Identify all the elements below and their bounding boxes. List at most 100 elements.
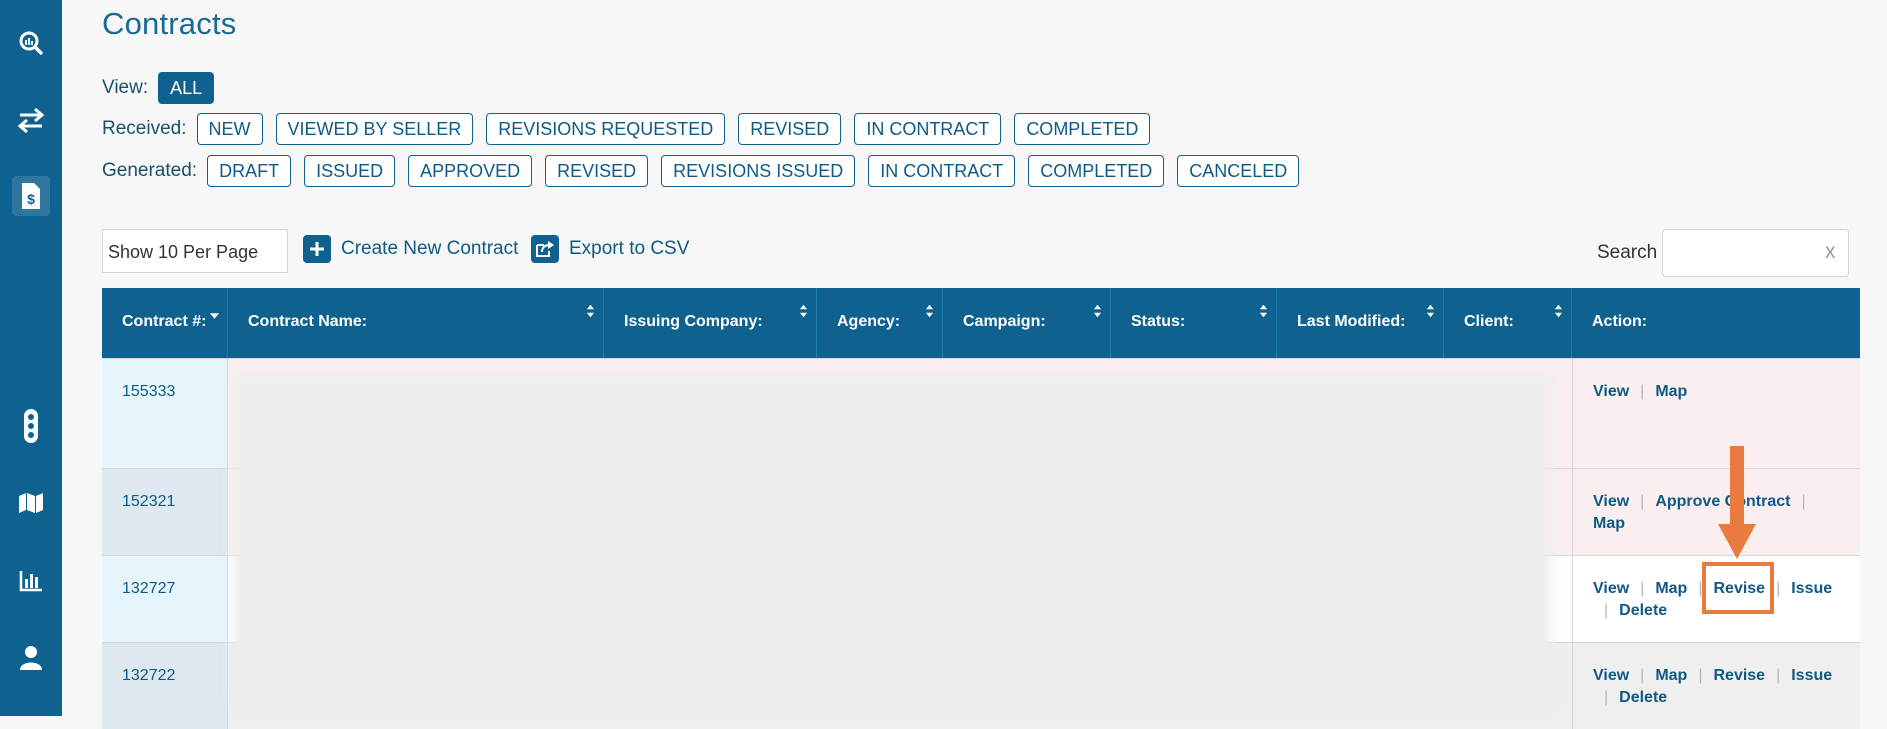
- separator: |: [1640, 580, 1645, 597]
- chip-generated-draft[interactable]: DRAFT: [207, 155, 292, 187]
- plus-icon: [303, 235, 331, 263]
- map-link[interactable]: Map: [1655, 383, 1687, 400]
- chip-generated-revised[interactable]: REVISED: [545, 155, 649, 187]
- export-csv-label: Export to CSV: [569, 238, 690, 259]
- filter-label-received: Received:: [102, 118, 187, 139]
- search-label: Search: [1597, 242, 1658, 263]
- chip-received-in-contract[interactable]: IN CONTRACT: [854, 113, 1002, 145]
- create-contract-label: Create New Contract: [341, 238, 519, 259]
- map-link[interactable]: Map: [1593, 515, 1625, 532]
- view-link[interactable]: View: [1593, 383, 1629, 400]
- view-link[interactable]: View: [1593, 667, 1629, 684]
- column-header-last-modified[interactable]: Last Modified:: [1277, 288, 1444, 358]
- revise-link[interactable]: Revise: [1713, 667, 1765, 684]
- nav-search-analytics[interactable]: [6, 19, 56, 67]
- chip-generated-in-contract[interactable]: IN CONTRACT: [868, 155, 1016, 187]
- nav-traffic[interactable]: [6, 402, 56, 450]
- filter-label-generated: Generated:: [102, 160, 198, 181]
- revise-highlight-box: [1702, 562, 1774, 614]
- view-link[interactable]: View: [1593, 493, 1629, 510]
- contract-id-cell[interactable]: 155333: [102, 359, 228, 468]
- export-icon: [531, 235, 559, 263]
- chip-generated-revisions-issued[interactable]: REVISIONS ISSUED: [661, 155, 856, 187]
- separator: |: [1604, 602, 1609, 619]
- map-icon: [19, 493, 43, 513]
- action-cell: View | Map | Revise | Issue | Delete: [1572, 643, 1860, 729]
- search-clear-button[interactable]: x: [1825, 240, 1879, 264]
- view-link[interactable]: View: [1593, 580, 1629, 597]
- per-page-select[interactable]: Show 10 Per Page: [102, 229, 288, 273]
- nav-contracts[interactable]: $: [12, 176, 50, 216]
- bar-chart-icon: [19, 571, 42, 592]
- column-header-status[interactable]: Status:: [1111, 288, 1277, 358]
- nav-transfers[interactable]: [6, 96, 56, 144]
- annotation-down-arrow: [1718, 524, 1756, 559]
- column-header-action: Action:: [1592, 313, 1648, 330]
- redacted-content-blur: [232, 372, 1552, 706]
- column-header-campaign[interactable]: Campaign:: [943, 288, 1111, 358]
- issue-link[interactable]: Issue: [1791, 580, 1832, 597]
- filter-row-view: View: ALL: [102, 72, 227, 104]
- filter-row-generated: Generated: DRAFT ISSUED APPROVED REVISED…: [102, 155, 1312, 187]
- separator: |: [1776, 667, 1781, 684]
- chip-received-new[interactable]: NEW: [196, 113, 263, 145]
- export-csv-button[interactable]: Export to CSV: [531, 234, 689, 264]
- chip-generated-completed[interactable]: COMPLETED: [1028, 155, 1165, 187]
- contract-id-cell[interactable]: 132722: [102, 643, 228, 729]
- separator: |: [1698, 667, 1703, 684]
- column-header-issuing-company[interactable]: Issuing Company:: [604, 288, 817, 358]
- annotation-arrow-shaft: [1730, 446, 1744, 526]
- column-header-contract-number[interactable]: Contract #:: [102, 288, 228, 358]
- contract-id-cell[interactable]: 152321: [102, 469, 228, 555]
- chip-view-all[interactable]: ALL: [158, 72, 215, 104]
- search-input[interactable]: [1662, 229, 1849, 277]
- filter-row-received: Received: NEW VIEWED BY SELLER REVISIONS…: [102, 113, 1163, 145]
- sort-icon: [1259, 304, 1268, 318]
- create-contract-button[interactable]: Create New Contract: [303, 234, 518, 264]
- sort-icon: [1554, 304, 1563, 318]
- column-header-client[interactable]: Client:: [1444, 288, 1572, 358]
- column-header-contract-name[interactable]: Contract Name:: [228, 288, 604, 358]
- svg-text:$: $: [27, 191, 35, 207]
- transfer-arrows-icon: [17, 107, 45, 133]
- sort-desc-icon: [210, 313, 219, 319]
- traffic-light-icon: [24, 409, 38, 443]
- separator: |: [1801, 493, 1806, 510]
- separator: |: [1640, 383, 1645, 400]
- separator: |: [1640, 493, 1645, 510]
- approve-contract-link[interactable]: Approve Contract: [1655, 493, 1790, 510]
- nav-account[interactable]: [6, 634, 56, 682]
- sort-icon: [925, 304, 934, 318]
- action-cell: View | Approve Contract | Map: [1572, 469, 1860, 555]
- page-title: Contracts: [102, 6, 237, 41]
- chip-generated-canceled[interactable]: CANCELED: [1177, 155, 1300, 187]
- action-cell: View | Map: [1572, 359, 1860, 468]
- chip-generated-approved[interactable]: APPROVED: [408, 155, 533, 187]
- search-chart-icon: [19, 31, 43, 55]
- issue-link[interactable]: Issue: [1791, 667, 1832, 684]
- sort-icon: [586, 304, 595, 318]
- delete-link[interactable]: Delete: [1619, 689, 1667, 706]
- sort-icon: [1093, 304, 1102, 318]
- sort-icon: [799, 304, 808, 318]
- chip-received-completed[interactable]: COMPLETED: [1014, 113, 1151, 145]
- table-header: Contract #: Contract Name: Issuing Compa…: [102, 288, 1860, 358]
- chip-received-revisions-requested[interactable]: REVISIONS REQUESTED: [486, 113, 726, 145]
- separator: |: [1604, 689, 1609, 706]
- separator: |: [1640, 667, 1645, 684]
- map-link[interactable]: Map: [1655, 580, 1687, 597]
- nav-reports[interactable]: [6, 557, 56, 605]
- filter-label-view: View:: [102, 77, 149, 98]
- chip-received-viewed-by-seller[interactable]: VIEWED BY SELLER: [275, 113, 474, 145]
- chip-received-revised[interactable]: REVISED: [738, 113, 842, 145]
- chip-generated-issued[interactable]: ISSUED: [304, 155, 396, 187]
- separator: |: [1776, 580, 1781, 597]
- column-header-agency[interactable]: Agency:: [817, 288, 943, 358]
- sort-icon: [1426, 304, 1435, 318]
- map-link[interactable]: Map: [1655, 667, 1687, 684]
- nav-map[interactable]: [6, 479, 56, 527]
- delete-link[interactable]: Delete: [1619, 602, 1667, 619]
- user-icon: [20, 646, 42, 670]
- contract-dollar-icon: $: [22, 183, 40, 209]
- contract-id-cell[interactable]: 132727: [102, 556, 228, 642]
